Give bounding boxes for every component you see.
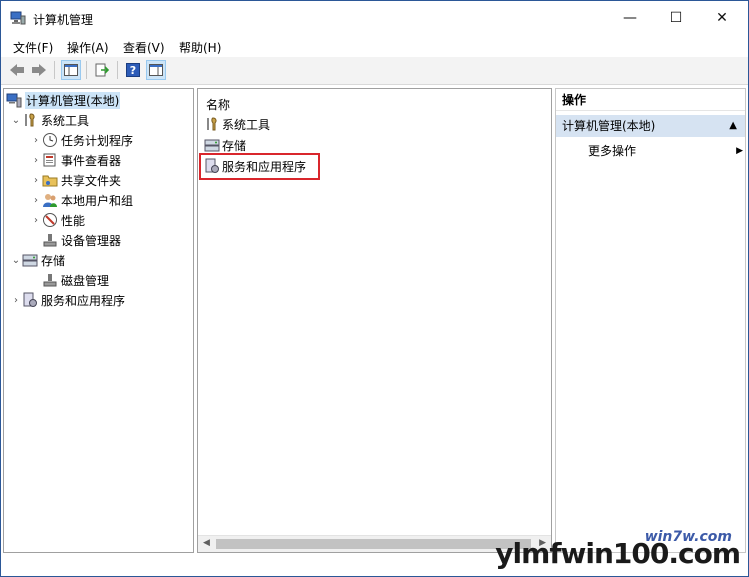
submenu-arrow-icon: ▶ (736, 146, 743, 156)
tree-item-storage[interactable]: ⌄ 存储 (10, 251, 65, 269)
scrollbar-thumb[interactable] (216, 539, 531, 549)
console-tree-icon (64, 64, 78, 76)
help-icon: ? (126, 63, 140, 77)
expand-chevron-icon[interactable]: › (30, 175, 42, 186)
tree-label: 存储 (41, 253, 66, 268)
tree-item-task-scheduler[interactable]: › 任务计划程序 (30, 131, 133, 149)
toolbar-separator (117, 61, 118, 79)
expand-chevron-icon[interactable]: › (30, 215, 42, 226)
forward-arrow-icon (32, 64, 46, 76)
export-list-button[interactable] (92, 60, 112, 80)
tree-item-device-manager[interactable]: 设备管理器 (30, 231, 121, 249)
svg-text:?: ? (130, 64, 136, 77)
tree-label: 本地用户和组 (61, 193, 134, 208)
tree-item-disk-management[interactable]: 磁盘管理 (30, 271, 109, 289)
action-section-label: 计算机管理(本地) (562, 119, 656, 133)
tools-icon (207, 117, 217, 131)
menu-help[interactable]: 帮助(H) (179, 39, 221, 56)
tree-label: 计算机管理(本地) (25, 91, 121, 109)
results-pane: 名称 系统工具 存储 服务和应用程序 ◀ ▶ (197, 88, 552, 553)
action-item-label: 更多操作 (588, 144, 637, 158)
tools-icon (25, 113, 35, 127)
performance-icon (43, 213, 57, 227)
show-hide-console-tree-button[interactable] (61, 60, 81, 80)
menu-view[interactable]: 查看(V) (123, 39, 165, 56)
action-pane-header: 操作 (556, 89, 745, 111)
minimize-icon: — (623, 10, 637, 26)
tree-label: 设备管理器 (61, 233, 122, 248)
storage-icon (22, 254, 38, 267)
event-viewer-icon (43, 153, 56, 167)
computer-management-window: 计算机管理 — ☐ ✕ 文件(F) 操作(A) 查看(V) 帮助(H) ? 计算… (0, 0, 749, 577)
watermark-sub: win7w.com (644, 529, 732, 545)
tree-label: 任务计划程序 (61, 133, 134, 148)
column-header-name[interactable]: 名称 (206, 96, 230, 113)
menu-bar: 文件(F) 操作(A) 查看(V) 帮助(H) (1, 35, 748, 57)
show-hide-action-pane-button[interactable] (146, 60, 166, 80)
tree-label: 事件查看器 (61, 153, 122, 168)
window-title: 计算机管理 (33, 13, 94, 27)
computer-management-icon (10, 11, 26, 25)
action-pane-icon (149, 64, 163, 76)
minimize-button[interactable]: — (607, 1, 653, 35)
toolbar: ? (1, 57, 748, 85)
tree-item-shared-folders[interactable]: › 共享文件夹 (30, 171, 121, 189)
close-button[interactable]: ✕ (699, 1, 745, 35)
expand-chevron-icon[interactable]: › (30, 135, 42, 146)
services-applications-icon (23, 292, 37, 307)
list-item-label: 系统工具 (222, 117, 271, 132)
export-list-icon (95, 63, 109, 77)
collapse-chevron-icon[interactable]: ⌄ (10, 255, 22, 266)
close-icon: ✕ (716, 10, 728, 26)
back-arrow-icon (10, 64, 24, 76)
list-item-label: 存储 (222, 138, 247, 153)
tree-label: 服务和应用程序 (41, 293, 126, 308)
highlight-box (199, 153, 320, 180)
device-manager-icon (43, 234, 57, 247)
help-button[interactable]: ? (123, 60, 143, 80)
expand-chevron-icon[interactable]: › (30, 155, 42, 166)
shared-folder-icon (42, 175, 58, 187)
scroll-left-icon[interactable]: ◀ (203, 538, 210, 548)
computer-management-icon (6, 93, 22, 108)
users-icon (43, 194, 57, 207)
list-item-storage[interactable]: 存储 (204, 136, 246, 154)
collapse-triangle-icon[interactable]: ▲ (729, 115, 737, 137)
menu-file[interactable]: 文件(F) (13, 39, 53, 56)
collapse-chevron-icon[interactable]: ⌄ (10, 115, 22, 126)
tree-label: 共享文件夹 (61, 173, 122, 188)
tree-item-performance[interactable]: › 性能 (30, 211, 85, 229)
toolbar-separator (54, 61, 55, 79)
title-bar[interactable]: 计算机管理 — ☐ ✕ (1, 1, 748, 35)
expand-chevron-icon[interactable]: › (10, 295, 22, 306)
storage-icon (204, 139, 220, 152)
maximize-icon: ☐ (669, 10, 683, 26)
toolbar-separator (86, 61, 87, 79)
maximize-button[interactable]: ☐ (653, 1, 699, 35)
tree-item-local-users-groups[interactable]: › 本地用户和组 (30, 191, 133, 209)
back-button[interactable] (7, 60, 27, 80)
tree-label: 磁盘管理 (61, 273, 110, 288)
tree-label: 性能 (61, 213, 86, 228)
disk-management-icon (43, 274, 57, 287)
console-tree-pane: 计算机管理(本地) ⌄ 系统工具 › 任务计划程序 › 事件查看器 › 共享文件… (3, 88, 194, 553)
expand-chevron-icon[interactable]: › (30, 195, 42, 206)
clock-icon (43, 133, 57, 147)
action-pane: 操作 计算机管理(本地) ▲ 更多操作 ▶ (555, 88, 746, 553)
watermark: win7w.com ylmfwin100.com (495, 529, 741, 570)
action-more-actions[interactable]: 更多操作 ▶ (588, 141, 743, 161)
menu-action[interactable]: 操作(A) (67, 39, 109, 56)
tree-item-computer-management[interactable]: 计算机管理(本地) (6, 91, 121, 109)
action-section-computer-management[interactable]: 计算机管理(本地) ▲ (556, 115, 745, 137)
tree-item-services-applications[interactable]: › 服务和应用程序 (10, 291, 125, 309)
list-item-system-tools[interactable]: 系统工具 (204, 115, 270, 133)
tree-item-event-viewer[interactable]: › 事件查看器 (30, 151, 121, 169)
tree-label: 系统工具 (41, 113, 90, 128)
tree-item-system-tools[interactable]: ⌄ 系统工具 (10, 111, 89, 129)
forward-button[interactable] (29, 60, 49, 80)
